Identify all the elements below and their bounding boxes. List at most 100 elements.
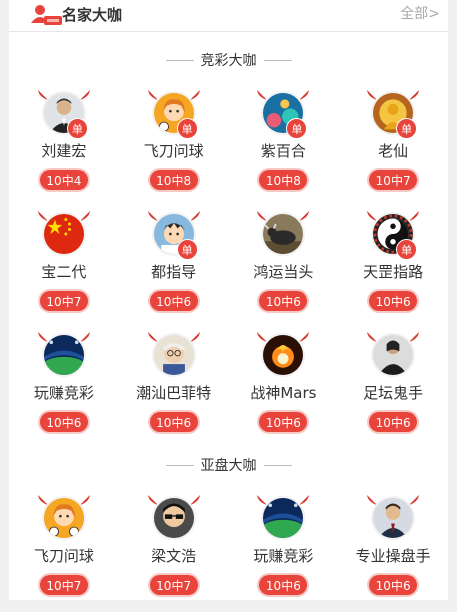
devil-horn-icon bbox=[366, 207, 378, 221]
devil-horn-icon bbox=[298, 328, 310, 342]
expert-name: 刘建宏 bbox=[41, 142, 87, 160]
expert-card[interactable]: 飞刀问球 10中7 bbox=[9, 491, 119, 612]
section-title-yapan: 亚盘大咖 bbox=[9, 455, 448, 475]
hit-record-pill: 10中7 bbox=[39, 291, 88, 311]
avatar bbox=[371, 496, 416, 540]
expert-avatar-wrap: 单 bbox=[37, 86, 91, 140]
expert-card[interactable]: 宝二代 10中7 bbox=[9, 207, 119, 328]
expert-card[interactable]: 单都指导 10中6 bbox=[119, 207, 229, 328]
expert-avatar-wrap bbox=[256, 491, 310, 545]
expert-avatar-wrap bbox=[37, 491, 91, 545]
expert-card[interactable]: 单刘建宏 10中4 bbox=[9, 86, 119, 207]
hit-record-pill: 10中6 bbox=[39, 412, 88, 432]
devil-horn-icon bbox=[147, 491, 159, 505]
hit-record-pill: 10中6 bbox=[369, 412, 418, 432]
devil-horn-icon bbox=[256, 86, 268, 100]
avatar bbox=[41, 333, 86, 377]
hit-record-pill: 10中6 bbox=[149, 412, 198, 432]
devil-horn-icon bbox=[366, 491, 378, 505]
devil-horn-icon bbox=[147, 328, 159, 342]
avatar bbox=[41, 496, 86, 540]
expert-card[interactable]: 玩赚竞彩 10中6 bbox=[229, 491, 339, 612]
devil-horn-icon bbox=[298, 491, 310, 505]
expert-avatar-wrap bbox=[256, 207, 310, 261]
hit-record-pill: 10中6 bbox=[259, 575, 308, 595]
expert-card[interactable]: 单飞刀问球 10中8 bbox=[119, 86, 229, 207]
devil-horn-icon bbox=[147, 86, 159, 100]
devil-horn-icon bbox=[37, 207, 49, 221]
hit-record-pill: 10中6 bbox=[259, 291, 308, 311]
avatar bbox=[41, 212, 86, 256]
devil-horn-icon bbox=[37, 491, 49, 505]
avatar bbox=[151, 333, 196, 377]
expert-name: 鸿运当头 bbox=[253, 263, 314, 281]
expert-name: 专业操盘手 bbox=[355, 547, 431, 565]
hit-record-pill: 10中6 bbox=[259, 412, 308, 432]
expert-avatar-wrap: 单 bbox=[366, 207, 420, 261]
divider bbox=[263, 59, 292, 61]
single-badge: 单 bbox=[396, 118, 418, 139]
devil-horn-icon bbox=[189, 86, 201, 100]
expert-card[interactable]: 鸿运当头 10中6 bbox=[229, 207, 339, 328]
expert-avatar-wrap bbox=[37, 207, 91, 261]
expert-avatar-wrap bbox=[366, 491, 420, 545]
avatar bbox=[261, 212, 306, 256]
expert-card[interactable]: 梁文浩 10中7 bbox=[119, 491, 229, 612]
devil-horn-icon bbox=[366, 86, 378, 100]
section-title-label: 竞彩大咖 bbox=[200, 53, 257, 69]
hit-record-pill: 10中7 bbox=[149, 575, 198, 595]
devil-horn-icon bbox=[189, 328, 201, 342]
expert-card[interactable]: 战神Mars 10中6 bbox=[229, 328, 339, 449]
expert-avatar-wrap bbox=[366, 328, 420, 382]
expert-avatar-wrap bbox=[147, 491, 201, 545]
expert-avatar-wrap: 单 bbox=[366, 86, 420, 140]
expert-card[interactable]: 足坛鬼手 10中6 bbox=[338, 328, 448, 449]
devil-horn-icon bbox=[79, 491, 91, 505]
hit-record-pill: 10中7 bbox=[369, 170, 418, 190]
devil-horn-icon bbox=[79, 207, 91, 221]
expert-logo-icon bbox=[31, 5, 62, 25]
expert-avatar-wrap bbox=[147, 328, 201, 382]
expert-card[interactable]: 潮汕巴菲特 10中6 bbox=[119, 328, 229, 449]
panel-title: 名家大咖 bbox=[62, 6, 123, 24]
devil-horn-icon bbox=[256, 328, 268, 342]
expert-card[interactable]: 玩赚竞彩 10中6 bbox=[9, 328, 119, 449]
avatar bbox=[261, 333, 306, 377]
expert-name: 宝二代 bbox=[41, 263, 87, 281]
devil-horn-icon bbox=[147, 207, 159, 221]
divider bbox=[165, 464, 194, 466]
expert-avatar-wrap bbox=[256, 328, 310, 382]
single-badge: 单 bbox=[396, 239, 418, 260]
single-badge: 单 bbox=[66, 118, 88, 139]
devil-horn-icon bbox=[366, 328, 378, 342]
hit-record-pill: 10中4 bbox=[39, 170, 88, 190]
expert-grid-yapan: 飞刀问球 10中7 梁文浩 10中7 玩赚竞彩 10中6 专业操盘手 10中6 bbox=[9, 491, 448, 612]
devil-horn-icon bbox=[256, 207, 268, 221]
expert-name: 潮汕巴菲特 bbox=[136, 384, 212, 402]
hit-record-pill: 10中6 bbox=[369, 291, 418, 311]
view-all-link[interactable]: 全部> bbox=[400, 4, 440, 24]
expert-avatar-wrap: 单 bbox=[256, 86, 310, 140]
devil-horn-icon bbox=[408, 328, 420, 342]
expert-name: 老仙 bbox=[378, 142, 409, 160]
expert-avatar-wrap: 单 bbox=[147, 86, 201, 140]
devil-horn-icon bbox=[408, 86, 420, 100]
expert-name: 天罡指路 bbox=[363, 263, 424, 281]
expert-card[interactable]: 单紫百合 10中8 bbox=[229, 86, 339, 207]
devil-horn-icon bbox=[37, 86, 49, 100]
expert-card[interactable]: 单天罡指路 10中6 bbox=[338, 207, 448, 328]
expert-card[interactable]: 单老仙 10中7 bbox=[338, 86, 448, 207]
divider bbox=[263, 464, 292, 466]
hit-record-pill: 10中6 bbox=[369, 575, 418, 595]
expert-card[interactable]: 专业操盘手 10中6 bbox=[338, 491, 448, 612]
hit-record-pill: 10中8 bbox=[259, 170, 308, 190]
devil-horn-icon bbox=[189, 491, 201, 505]
panel-header: 名家大咖 全部> bbox=[9, 0, 448, 32]
hit-record-pill: 10中7 bbox=[39, 575, 88, 595]
avatar bbox=[371, 333, 416, 377]
expert-grid-jingcai: 单刘建宏 10中4 单飞刀问球 10中8 单紫百合 10中8 单老仙 10中7 宝二代 10中7 单… bbox=[9, 86, 448, 449]
single-badge: 单 bbox=[176, 239, 198, 260]
devil-horn-icon bbox=[79, 328, 91, 342]
expert-name: 战神Mars bbox=[250, 384, 317, 402]
expert-name: 紫百合 bbox=[260, 142, 306, 160]
